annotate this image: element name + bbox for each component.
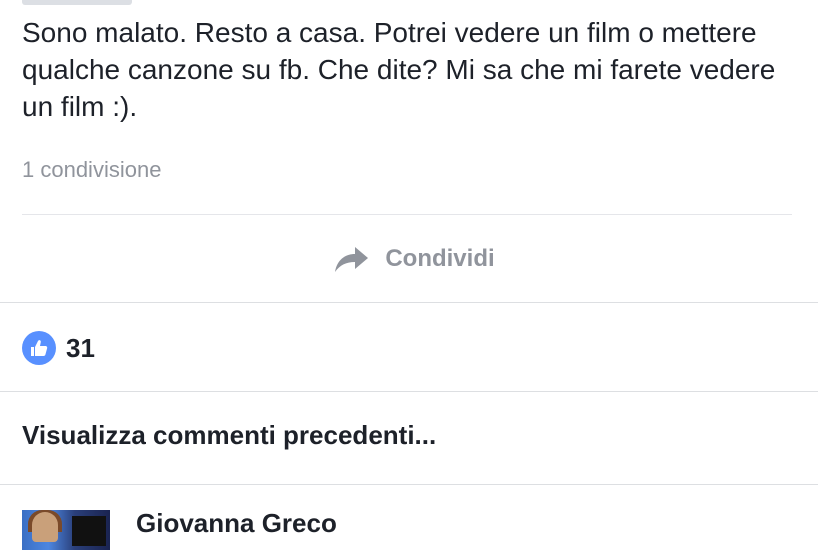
divider — [0, 484, 818, 485]
divider — [0, 302, 818, 303]
share-count[interactable]: 1 condivisione — [22, 157, 161, 183]
divider — [0, 391, 818, 392]
avatar[interactable] — [22, 510, 110, 550]
share-arrow-icon — [335, 247, 369, 272]
like-thumb-icon — [31, 340, 48, 356]
comment-item: Giovanna Greco — [22, 508, 802, 550]
view-previous-comments-link[interactable]: Visualizza commenti precedenti... — [22, 420, 436, 451]
reactions-summary[interactable]: 31 — [22, 330, 95, 366]
like-badge — [22, 331, 56, 365]
post-text: Sono malato. Resto a casa. Potrei vedere… — [22, 17, 776, 122]
previous-header-fragment — [22, 0, 132, 5]
share-label: Condividi — [385, 245, 495, 272]
share-button[interactable]: Condividi — [0, 215, 818, 303]
like-count: 31 — [66, 332, 95, 363]
comment-author-name[interactable]: Giovanna Greco — [136, 508, 337, 539]
